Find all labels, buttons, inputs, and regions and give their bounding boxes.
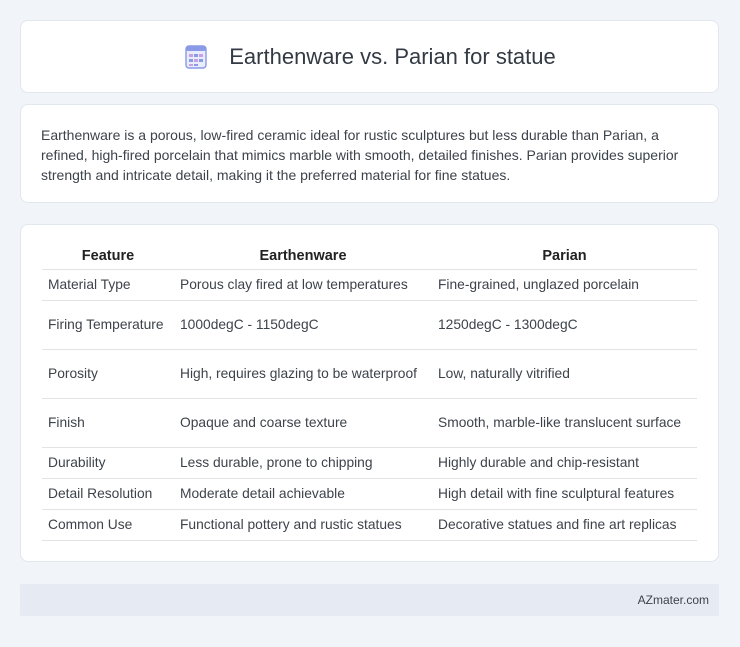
table-row: Common Use Functional pottery and rustic… xyxy=(42,509,697,541)
title-card: Earthenware vs. Parian for statue xyxy=(20,20,719,93)
parian-cell: Decorative statues and fine art replicas xyxy=(432,509,697,541)
footer-site-link[interactable]: AZmater.com xyxy=(638,593,709,607)
table-header-row: Feature Earthenware Parian xyxy=(42,247,697,270)
parian-cell: Smooth, marble-like translucent surface xyxy=(432,398,697,448)
earthenware-cell: High, requires glazing to be waterproof xyxy=(174,349,432,399)
table-row: Durability Less durable, prone to chippi… xyxy=(42,447,697,479)
parian-cell: Low, naturally vitrified xyxy=(432,349,697,399)
summary-card: Earthenware is a porous, low-fired ceram… xyxy=(20,104,719,203)
feature-cell: Durability xyxy=(42,447,174,479)
comparison-table-card: Feature Earthenware Parian Material Type… xyxy=(20,224,719,562)
parian-cell: 1250degC - 1300degC xyxy=(432,300,697,350)
feature-cell: Detail Resolution xyxy=(42,478,174,510)
earthenware-cell: Porous clay fired at low temperatures xyxy=(174,269,432,301)
table-row: Finish Opaque and coarse texture Smooth,… xyxy=(42,398,697,448)
earthenware-cell: Opaque and coarse texture xyxy=(174,398,432,448)
earthenware-cell: Less durable, prone to chipping xyxy=(174,447,432,479)
parian-cell: Fine-grained, unglazed porcelain xyxy=(432,269,697,301)
table-row: Porosity High, requires glazing to be wa… xyxy=(42,349,697,399)
document-grid-icon xyxy=(183,44,209,70)
feature-cell: Common Use xyxy=(42,509,174,541)
feature-cell: Porosity xyxy=(42,349,174,399)
parian-cell: Highly durable and chip-resistant xyxy=(432,447,697,479)
earthenware-cell: 1000degC - 1150degC xyxy=(174,300,432,350)
header-feature: Feature xyxy=(42,247,174,270)
header-parian: Parian xyxy=(432,247,697,270)
table-row: Material Type Porous clay fired at low t… xyxy=(42,269,697,301)
footer-bar: AZmater.com xyxy=(20,584,719,616)
earthenware-cell: Functional pottery and rustic statues xyxy=(174,509,432,541)
table-row: Firing Temperature 1000degC - 1150degC 1… xyxy=(42,300,697,350)
feature-cell: Firing Temperature xyxy=(42,300,174,350)
title-wrap: Earthenware vs. Parian for statue xyxy=(183,44,556,70)
comparison-table: Feature Earthenware Parian Material Type… xyxy=(42,247,697,541)
table-row: Detail Resolution Moderate detail achiev… xyxy=(42,478,697,510)
summary-text: Earthenware is a porous, low-fired ceram… xyxy=(41,127,679,183)
earthenware-cell: Moderate detail achievable xyxy=(174,478,432,510)
header-earthenware: Earthenware xyxy=(174,247,432,270)
parian-cell: High detail with fine sculptural feature… xyxy=(432,478,697,510)
page-title: Earthenware vs. Parian for statue xyxy=(229,43,556,69)
feature-cell: Finish xyxy=(42,398,174,448)
feature-cell: Material Type xyxy=(42,269,174,301)
